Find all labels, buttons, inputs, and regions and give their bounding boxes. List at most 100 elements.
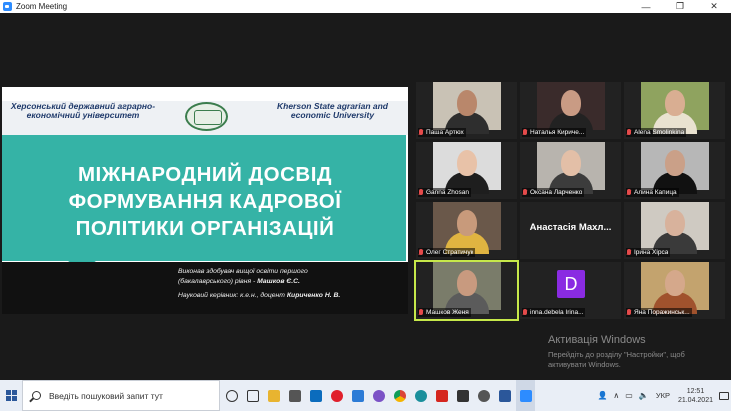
participant-name-bar: Алина Капица bbox=[626, 188, 679, 197]
photos-icon[interactable] bbox=[348, 380, 367, 411]
mic-muted-icon bbox=[522, 308, 528, 317]
advisor-line: Науковий керівник: к.е.н., доцент Кириче… bbox=[178, 292, 340, 299]
slide-footer: Виконав здобувач вищої освіти першого (б… bbox=[2, 262, 408, 314]
participant-tile[interactable]: Dinna.debela Irina... bbox=[520, 262, 621, 319]
participant-tile[interactable]: Машков Женя bbox=[414, 260, 519, 321]
participant-name-bar: Оксана Ларченко bbox=[522, 188, 585, 197]
participant-name: Ganna Zhosan bbox=[426, 189, 470, 196]
opera-icon[interactable] bbox=[327, 380, 346, 411]
video-person-face bbox=[560, 150, 581, 176]
person-icon[interactable]: 👤 bbox=[597, 391, 607, 400]
advisor-name: Кириченко Н. В. bbox=[286, 292, 341, 299]
window-controls: — ❐ ✕ bbox=[629, 0, 731, 13]
windows-activation-watermark: Активація Windows Перейдіть до розділу "… bbox=[548, 334, 685, 370]
taskbar-search-box[interactable]: Введіть пошуковий запит тут bbox=[22, 380, 220, 411]
participant-name-bar: Alena Smolinkina bbox=[626, 128, 687, 137]
participant-name: Ірина Хірса bbox=[634, 249, 669, 256]
language-indicator[interactable]: УКР bbox=[656, 391, 670, 400]
search-icon bbox=[32, 391, 41, 400]
participant-tile[interactable]: Alena Smolinkina bbox=[624, 82, 725, 139]
participant-name: Олег Стратичук bbox=[426, 249, 474, 256]
participant-tile[interactable]: Яна Поражинськ... bbox=[624, 262, 725, 319]
author-line-1: Виконав здобувач вищої освіти першого bbox=[178, 268, 308, 275]
mic-muted-icon bbox=[418, 308, 424, 317]
participant-name-bar: Машков Женя bbox=[418, 308, 471, 317]
notifications-icon[interactable] bbox=[717, 380, 731, 411]
clock-date: 21.04.2021 bbox=[677, 396, 713, 404]
acrobat-icon[interactable] bbox=[432, 380, 451, 411]
participant-video bbox=[432, 142, 501, 194]
mic-muted-icon bbox=[522, 128, 528, 137]
participant-video bbox=[536, 82, 605, 134]
participant-name: Оксана Ларченко bbox=[530, 189, 583, 196]
zoom-taskbar-icon[interactable] bbox=[516, 380, 535, 411]
sound-app-icon[interactable] bbox=[474, 380, 493, 411]
participant-tile[interactable]: Ірина Хірса bbox=[624, 202, 725, 259]
media-player-icon[interactable] bbox=[453, 380, 472, 411]
video-person-face bbox=[664, 150, 685, 176]
clock[interactable]: 12:51 21.04.2021 bbox=[678, 387, 713, 405]
word-icon[interactable] bbox=[495, 380, 514, 411]
window-title: Zoom Meeting bbox=[16, 2, 68, 11]
video-person-face bbox=[456, 270, 477, 296]
start-button[interactable] bbox=[0, 380, 22, 411]
network-icon[interactable]: ▭ bbox=[625, 391, 633, 400]
participant-name: Паша Артюх bbox=[426, 129, 464, 136]
search-placeholder: Введіть пошуковий запит тут bbox=[49, 390, 163, 401]
cortana-icon[interactable] bbox=[222, 380, 241, 411]
viber-icon[interactable] bbox=[369, 380, 388, 411]
participant-name-bar: Олег Стратичук bbox=[418, 248, 476, 257]
participant-video bbox=[640, 262, 709, 314]
video-person-face bbox=[456, 90, 477, 116]
mic-muted-icon bbox=[626, 188, 632, 197]
video-person-face bbox=[664, 210, 685, 236]
task-view-icon[interactable] bbox=[243, 380, 262, 411]
university-name-ua: Херсонський державний аграрно-економічни… bbox=[10, 101, 156, 120]
mic-muted-icon bbox=[522, 188, 528, 197]
participant-video bbox=[536, 142, 605, 194]
participant-name: Яна Поражинськ... bbox=[634, 309, 690, 316]
video-person-face bbox=[664, 270, 685, 296]
chevron-up-icon[interactable]: ∧ bbox=[613, 391, 619, 400]
video-person-face bbox=[456, 150, 477, 176]
mic-muted-icon bbox=[626, 308, 632, 317]
edge-icon[interactable] bbox=[411, 380, 430, 411]
chrome-icon[interactable] bbox=[390, 380, 409, 411]
activation-line-1: Перейдіть до розділу "Настройки", щоб bbox=[548, 350, 685, 359]
participant-tile[interactable]: Олег Стратичук bbox=[416, 202, 517, 259]
mic-muted-icon bbox=[418, 128, 424, 137]
participant-tile[interactable]: Наталья Кириче... bbox=[520, 82, 621, 139]
author-name: Машков Є.С. bbox=[257, 278, 300, 285]
close-button[interactable]: ✕ bbox=[697, 0, 731, 13]
file-explorer-icon[interactable] bbox=[264, 380, 283, 411]
participant-video bbox=[432, 202, 501, 254]
participant-name-bar: inna.debela Irina... bbox=[522, 308, 586, 317]
mic-muted-icon bbox=[626, 248, 632, 257]
participant-name: Машков Женя bbox=[426, 309, 469, 316]
video-person-face bbox=[560, 90, 581, 116]
advisor-prefix: Науковий керівник: к.е.н., доцент bbox=[178, 292, 285, 299]
title-bar: Zoom Meeting — ❐ ✕ bbox=[0, 0, 731, 13]
participant-video bbox=[432, 82, 501, 134]
participant-video bbox=[640, 202, 709, 254]
video-person-face bbox=[664, 90, 685, 116]
volume-icon[interactable]: 🔈 bbox=[639, 391, 649, 400]
mail-icon[interactable] bbox=[306, 380, 325, 411]
university-logo-icon bbox=[185, 102, 228, 131]
participant-tile[interactable]: Алина Капица bbox=[624, 142, 725, 199]
university-name-en: Kherson State agrarian and economic Univ… bbox=[276, 101, 388, 120]
participant-name-bar: Ganna Zhosan bbox=[418, 188, 472, 197]
windows-logo-icon bbox=[5, 390, 17, 401]
participant-tile[interactable]: Оксана Ларченко bbox=[520, 142, 621, 199]
zoom-app-icon bbox=[3, 2, 12, 11]
participant-name: inna.debela Irina... bbox=[530, 309, 584, 316]
participant-tile[interactable]: Паша Артюх bbox=[416, 82, 517, 139]
minimize-button[interactable]: — bbox=[629, 0, 663, 13]
participant-tile[interactable]: Ganna Zhosan bbox=[416, 142, 517, 199]
restore-button[interactable]: ❐ bbox=[663, 0, 697, 13]
mic-muted-icon bbox=[626, 128, 632, 137]
store-icon[interactable] bbox=[285, 380, 304, 411]
participant-video bbox=[432, 262, 501, 314]
participant-name-bar: Наталья Кириче... bbox=[522, 128, 587, 137]
participant-tile[interactable]: Анастасія Махл... bbox=[520, 202, 621, 259]
